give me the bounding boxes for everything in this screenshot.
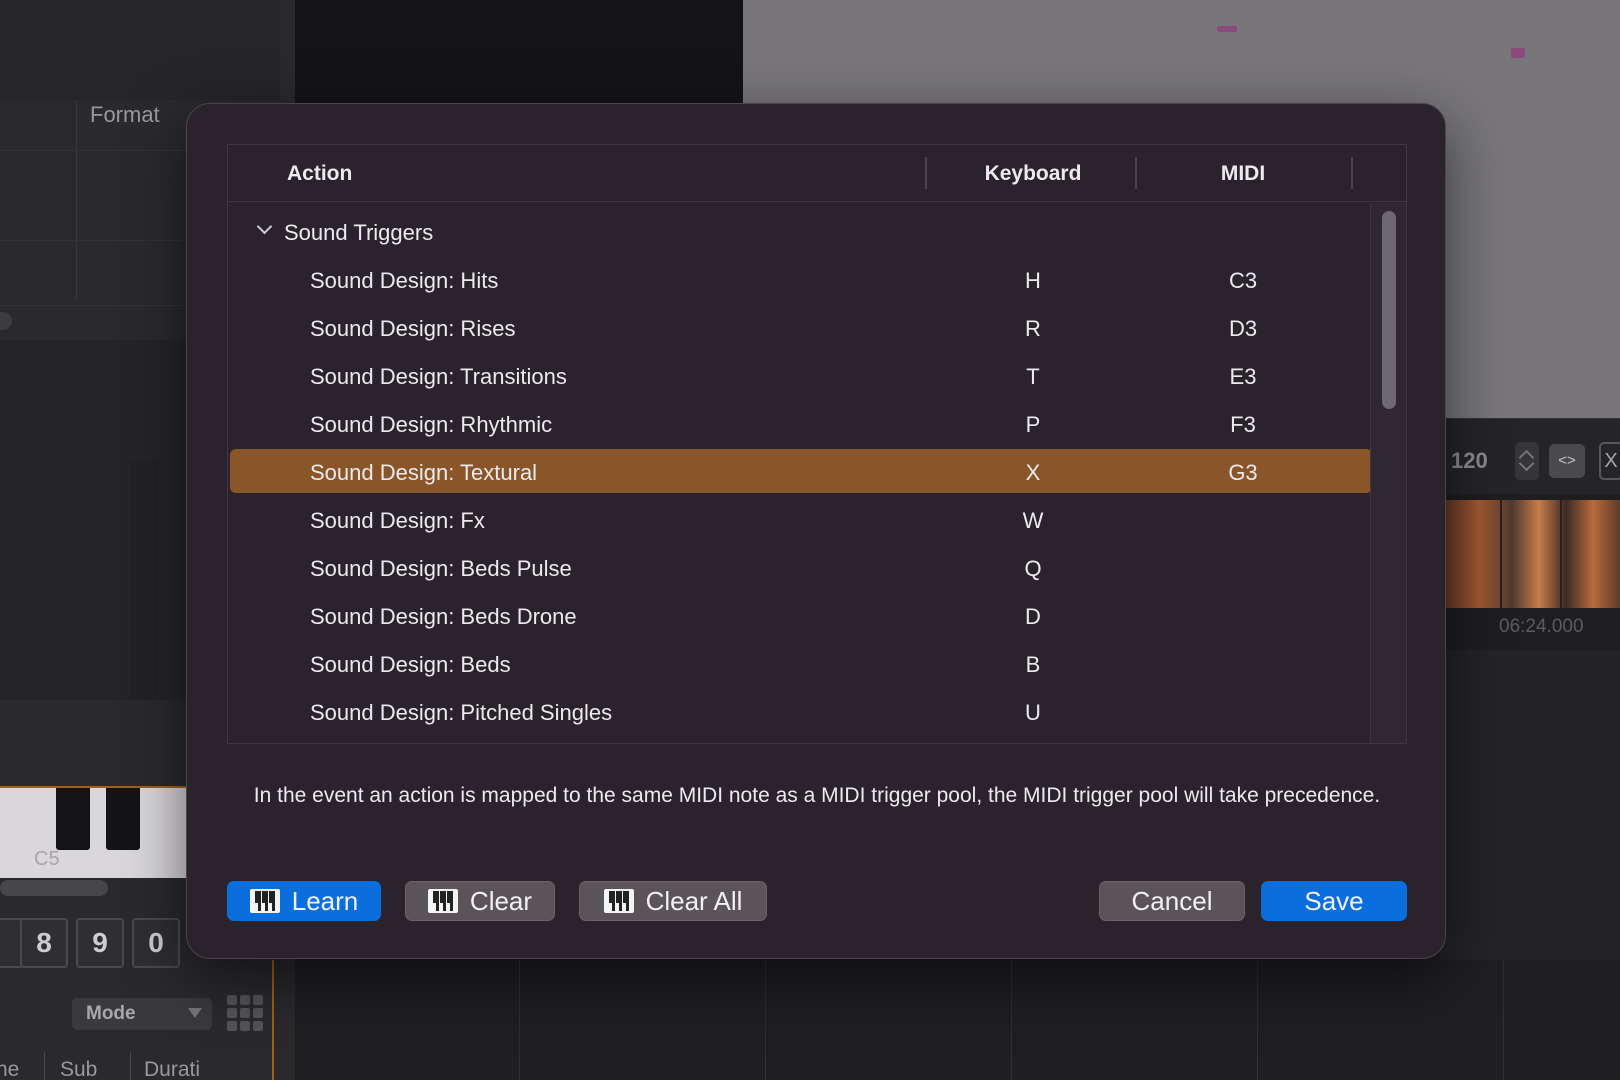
chevron-down-icon[interactable] [256, 218, 273, 235]
playhead [272, 960, 274, 1080]
row-action: Sound Design: Hits [310, 268, 499, 293]
row-keyboard-shortcut: X [1025, 460, 1041, 485]
row-action: Sound Design: Rises [310, 316, 516, 341]
row-keyboard-shortcut: T [1026, 364, 1040, 389]
column-header-sub[interactable]: Sub [60, 1058, 97, 1080]
scroll-handle[interactable] [0, 312, 12, 330]
row-keyboard-shortcut: B [1025, 652, 1041, 677]
piano-keys-icon [603, 889, 634, 913]
learn-button[interactable]: Learn [227, 881, 381, 921]
row-keyboard-shortcut: H [1025, 268, 1041, 293]
piano-black-key[interactable] [56, 788, 90, 850]
shortcut-mapping-dialog: Action Keyboard MIDI Sound Triggers Soun… [186, 103, 1446, 959]
table-row[interactable]: Sound Design: Fx W [230, 497, 1372, 541]
column-header[interactable]: ne [0, 1058, 19, 1080]
row-keyboard-shortcut: R [1025, 316, 1041, 341]
column-divider [76, 100, 77, 300]
divider [0, 150, 190, 151]
clear-button[interactable]: Clear [405, 881, 555, 921]
precedence-note: In the event an action is mapped to the … [253, 784, 1381, 807]
row-midi-note: D3 [1228, 316, 1258, 341]
timeline-ruler [295, 960, 1620, 1080]
column-divider [130, 1052, 131, 1080]
tempo-field[interactable]: 120 [1451, 448, 1488, 474]
video-thumbnail-strip[interactable] [1440, 500, 1620, 608]
table-row[interactable]: Sound Design: Pitched Singles U [230, 689, 1372, 733]
row-action: Sound Design: Beds [310, 652, 511, 677]
scrollbar-thumb[interactable] [1382, 211, 1396, 409]
column-divider [1351, 157, 1353, 189]
row-action: Sound Design: Beds Pulse [310, 556, 572, 581]
shortcut-table: Action Keyboard MIDI Sound Triggers Soun… [227, 144, 1407, 744]
row-midi-note: E3 [1229, 364, 1257, 389]
row-action: Sound Design: Rhythmic [310, 412, 553, 437]
piano-black-key[interactable] [106, 788, 140, 850]
chevron-down-icon [188, 1008, 202, 1018]
divider [0, 305, 190, 306]
number-key-9[interactable]: 9 [76, 918, 124, 968]
video-artifact [1511, 48, 1525, 58]
row-action: Sound Design: Transitions [310, 364, 567, 389]
tempo-stepper[interactable] [1515, 442, 1539, 480]
number-key-8[interactable]: 8 [20, 918, 68, 968]
row-action: Sound Design: Textural [310, 460, 538, 485]
format-column-header[interactable]: Format [90, 102, 160, 128]
column-header-keyboard[interactable]: Keyboard [923, 162, 1143, 186]
track-area [0, 340, 190, 700]
clear-button-label: Clear [469, 885, 533, 916]
table-scrollbar[interactable] [1370, 203, 1406, 743]
column-header-action[interactable]: Action [287, 162, 352, 186]
close-icon[interactable]: X [1599, 442, 1620, 480]
table-row[interactable]: Sound Design: Rhythmic P F3 [230, 401, 1372, 445]
left-panel-header [0, 0, 280, 100]
table-row[interactable]: Sound Design: Beds B [230, 641, 1372, 685]
row-keyboard-shortcut: D [1025, 604, 1041, 629]
timecode-label: 06:24.000 [1499, 616, 1584, 637]
table-row-selected[interactable]: Sound Design: Textural X G3 [230, 449, 1372, 493]
group-row-sound-triggers[interactable]: Sound Triggers [228, 209, 1368, 253]
row-midi-note: G3 [1228, 460, 1258, 485]
row-keyboard-shortcut: U [1025, 700, 1041, 725]
row-keyboard-shortcut: P [1025, 412, 1041, 437]
octave-label: C5 [34, 848, 60, 870]
learn-button-label: Learn [291, 885, 359, 916]
row-action: Sound Design: Pitched Singles [310, 700, 613, 725]
number-key-0[interactable]: 0 [132, 918, 180, 968]
cancel-button-label: Cancel [1131, 885, 1213, 916]
fit-width-button[interactable]: <> [1549, 444, 1585, 478]
column-header-duration[interactable]: Durati [144, 1058, 200, 1080]
table-body: Sound Triggers Sound Design: Hits H C3 S… [228, 203, 1372, 743]
row-action: Sound Design: Fx [310, 508, 485, 533]
table-row[interactable]: Sound Design: Beds Drone D [230, 593, 1372, 637]
table-row[interactable]: Sound Design: Transitions T E3 [230, 353, 1372, 397]
row-midi-note: C3 [1228, 268, 1258, 293]
row-midi-note: F3 [1230, 412, 1256, 437]
mode-select[interactable]: Mode [72, 998, 212, 1030]
column-divider [44, 1052, 45, 1080]
viewer-area [295, 0, 743, 105]
column-header-midi[interactable]: MIDI [1133, 162, 1353, 186]
row-action: Sound Design: Beds Drone [310, 604, 577, 629]
clear-all-button-label: Clear All [645, 885, 743, 916]
video-artifact [1217, 26, 1237, 32]
piano-keys-icon [427, 889, 458, 913]
clear-all-button[interactable]: Clear All [579, 881, 767, 921]
row-keyboard-shortcut: W [1022, 508, 1044, 533]
save-button-label: Save [1304, 885, 1364, 916]
mode-select-label: Mode [86, 1003, 136, 1024]
piano-keyboard[interactable]: C5 [0, 786, 186, 878]
save-button[interactable]: Save [1261, 881, 1407, 921]
horizontal-scrollbar[interactable] [0, 880, 108, 896]
piano-keys-icon [249, 889, 280, 913]
table-row[interactable]: Sound Design: Hits H C3 [230, 257, 1372, 301]
grid-icon[interactable] [227, 995, 263, 1031]
cancel-button[interactable]: Cancel [1099, 881, 1245, 921]
row-keyboard-shortcut: Q [1024, 556, 1042, 581]
table-header: Action Keyboard MIDI [228, 145, 1406, 202]
table-row[interactable]: Sound Design: Rises R D3 [230, 305, 1372, 349]
table-row[interactable]: Sound Design: Beds Pulse Q [230, 545, 1372, 589]
divider [0, 240, 190, 241]
group-label: Sound Triggers [284, 220, 434, 245]
